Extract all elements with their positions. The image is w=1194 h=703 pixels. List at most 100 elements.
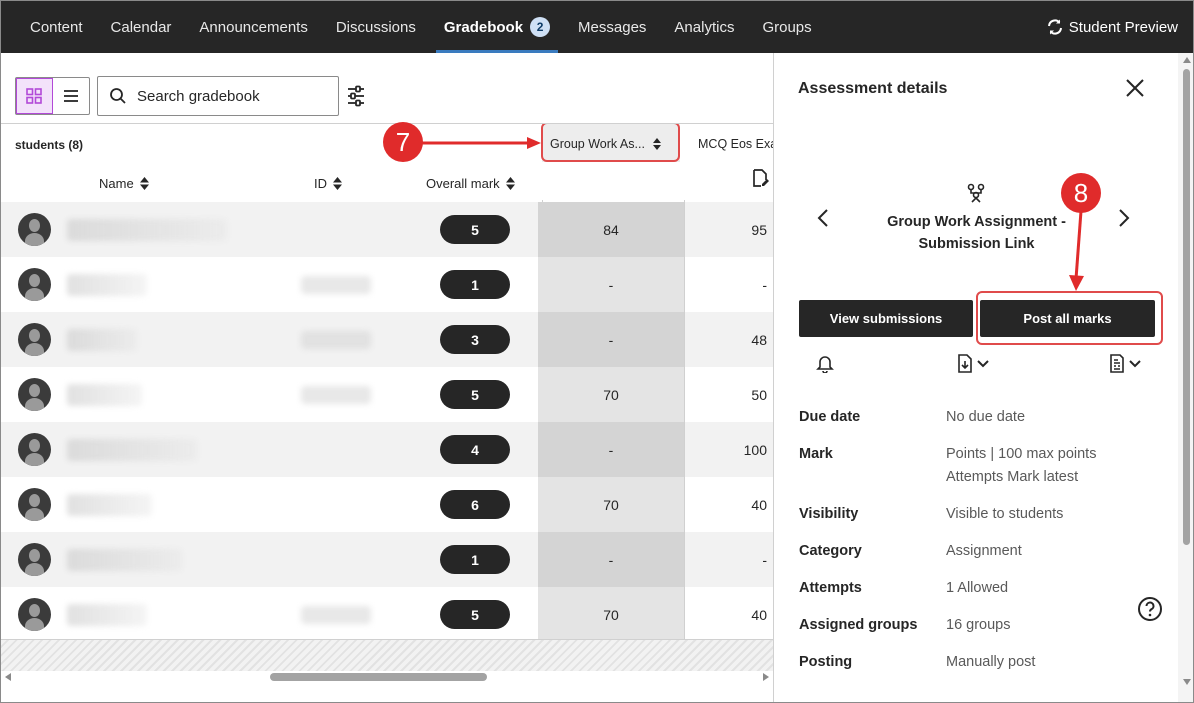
group-work-cell[interactable]: - bbox=[538, 312, 685, 367]
table-row: 6 70 40 bbox=[1, 477, 773, 532]
avatar bbox=[18, 598, 51, 631]
grid-icon bbox=[26, 88, 43, 104]
mcq-cell[interactable]: - bbox=[685, 257, 773, 312]
students-count: students (8) bbox=[15, 138, 84, 152]
avatar bbox=[18, 323, 51, 356]
table-row: 5 70 50 bbox=[1, 367, 773, 422]
table-row: 5 84 95 bbox=[1, 202, 773, 257]
overall-mark-pill[interactable]: 1 bbox=[440, 545, 510, 574]
help-button[interactable] bbox=[1137, 596, 1163, 627]
next-assessment-button[interactable] bbox=[1118, 208, 1130, 233]
detail-label-visibility: Visibility bbox=[799, 506, 859, 522]
sort-icon bbox=[333, 177, 342, 190]
group-work-cell[interactable]: 70 bbox=[538, 477, 685, 532]
mcq-cell[interactable]: 95 bbox=[685, 202, 773, 257]
student-name-redacted bbox=[67, 604, 147, 626]
list-view-button[interactable] bbox=[53, 78, 89, 114]
assessment-name: Group Work Assignment - Submission Link bbox=[887, 214, 1066, 252]
detail-label-due-date: Due date bbox=[799, 409, 861, 425]
close-panel-button[interactable] bbox=[1125, 78, 1145, 103]
bell-icon bbox=[816, 356, 834, 373]
scroll-down-icon[interactable] bbox=[1183, 679, 1191, 685]
group-work-cell[interactable]: - bbox=[538, 257, 685, 312]
student-preview-button[interactable]: Student Preview bbox=[1046, 1, 1178, 53]
previous-assessment-button[interactable] bbox=[817, 208, 829, 233]
mcq-cell[interactable]: 48 bbox=[685, 312, 773, 367]
name-column-header[interactable]: Name bbox=[99, 176, 149, 191]
grid-footer-hatch bbox=[1, 639, 773, 671]
tab-gradebook[interactable]: Gradebook 2 bbox=[430, 1, 564, 53]
tab-content[interactable]: Content bbox=[1, 1, 97, 53]
filter-sliders-icon bbox=[348, 85, 364, 107]
mcq-column-header[interactable]: MCQ Eos Exa bbox=[698, 137, 773, 151]
mcq-cell[interactable]: 40 bbox=[685, 477, 773, 532]
group-work-cell[interactable]: 70 bbox=[538, 367, 685, 422]
student-name-redacted bbox=[67, 219, 227, 241]
detail-value-category: Assignment bbox=[946, 543, 1022, 559]
overall-mark-column-header[interactable]: Overall mark bbox=[426, 176, 515, 191]
view-submissions-button[interactable]: View submissions bbox=[799, 300, 973, 337]
mcq-cell[interactable]: 40 bbox=[685, 587, 773, 639]
overall-mark-pill[interactable]: 1 bbox=[440, 270, 510, 299]
detail-label-assigned-groups: Assigned groups bbox=[799, 617, 918, 633]
search-input[interactable] bbox=[137, 87, 327, 105]
tab-analytics[interactable]: Analytics bbox=[660, 1, 748, 53]
detail-label-posting: Posting bbox=[799, 654, 853, 670]
group-work-cell[interactable]: - bbox=[538, 422, 685, 477]
chevron-right-icon bbox=[1119, 209, 1130, 227]
scroll-up-icon[interactable] bbox=[1183, 57, 1191, 63]
tab-messages[interactable]: Messages bbox=[564, 1, 660, 53]
vertical-scroll-thumb[interactable] bbox=[1183, 69, 1190, 545]
scroll-left-icon[interactable] bbox=[5, 673, 11, 681]
gradebook-count-badge: 2 bbox=[530, 17, 551, 37]
tab-label: Messages bbox=[578, 18, 647, 36]
post-all-marks-button[interactable]: Post all marks bbox=[980, 300, 1155, 337]
overall-mark-pill[interactable]: 5 bbox=[440, 215, 510, 244]
horizontal-scroll-thumb[interactable] bbox=[270, 673, 487, 681]
avatar bbox=[18, 213, 51, 246]
filter-button[interactable] bbox=[346, 85, 366, 112]
group-work-cell[interactable]: 70 bbox=[538, 587, 685, 639]
id-column-header[interactable]: ID bbox=[314, 176, 342, 191]
column-header-label: MCQ Eos Exa bbox=[698, 137, 773, 151]
overall-mark-pill[interactable]: 5 bbox=[440, 600, 510, 629]
table-row: 3 - 48 bbox=[1, 312, 773, 367]
assessment-details-panel: Assessment details Group Work Assignment… bbox=[773, 53, 1178, 702]
student-id-redacted bbox=[301, 386, 371, 404]
group-work-cell[interactable]: - bbox=[538, 532, 685, 587]
mcq-cell[interactable]: 50 bbox=[685, 367, 773, 422]
group-work-cell[interactable]: 84 bbox=[538, 202, 685, 257]
tab-label: Content bbox=[30, 18, 83, 36]
overall-mark-pill[interactable]: 4 bbox=[440, 435, 510, 464]
overall-mark-pill[interactable]: 6 bbox=[440, 490, 510, 519]
scroll-right-icon[interactable] bbox=[763, 673, 769, 681]
gradebook-grid: students (8) Group Work As... MCQ Eos Ex… bbox=[1, 123, 773, 639]
mcq-cell[interactable]: 100 bbox=[685, 422, 773, 477]
tab-label: Groups bbox=[762, 18, 812, 36]
horizontal-scrollbar[interactable] bbox=[1, 669, 773, 686]
student-id-redacted bbox=[301, 331, 371, 349]
column-header-label: Overall mark bbox=[426, 176, 500, 191]
search-icon bbox=[110, 88, 126, 104]
overall-mark-pill[interactable]: 3 bbox=[440, 325, 510, 354]
tab-discussions[interactable]: Discussions bbox=[322, 1, 430, 53]
tab-groups[interactable]: Groups bbox=[748, 1, 825, 53]
reminder-button[interactable] bbox=[816, 354, 834, 373]
tab-announcements[interactable]: Announcements bbox=[185, 1, 321, 53]
avatar bbox=[18, 488, 51, 521]
overall-mark-pill[interactable]: 5 bbox=[440, 380, 510, 409]
table-row: 1 - - bbox=[1, 257, 773, 312]
view-toggle bbox=[15, 77, 90, 115]
report-menu-button[interactable] bbox=[1109, 354, 1141, 373]
grid-view-button[interactable] bbox=[16, 78, 53, 114]
callout-step-8: 8 bbox=[1061, 173, 1101, 213]
student-name-redacted bbox=[67, 329, 137, 351]
arrow-down-icon bbox=[1069, 211, 1084, 291]
gradebook-toolbar bbox=[1, 53, 773, 123]
download-menu-button[interactable] bbox=[957, 354, 989, 373]
tab-calendar[interactable]: Calendar bbox=[97, 1, 186, 53]
avatar bbox=[18, 433, 51, 466]
group-assignment-icon bbox=[967, 183, 985, 203]
mcq-cell[interactable]: - bbox=[685, 532, 773, 587]
vertical-scrollbar[interactable] bbox=[1178, 53, 1193, 702]
